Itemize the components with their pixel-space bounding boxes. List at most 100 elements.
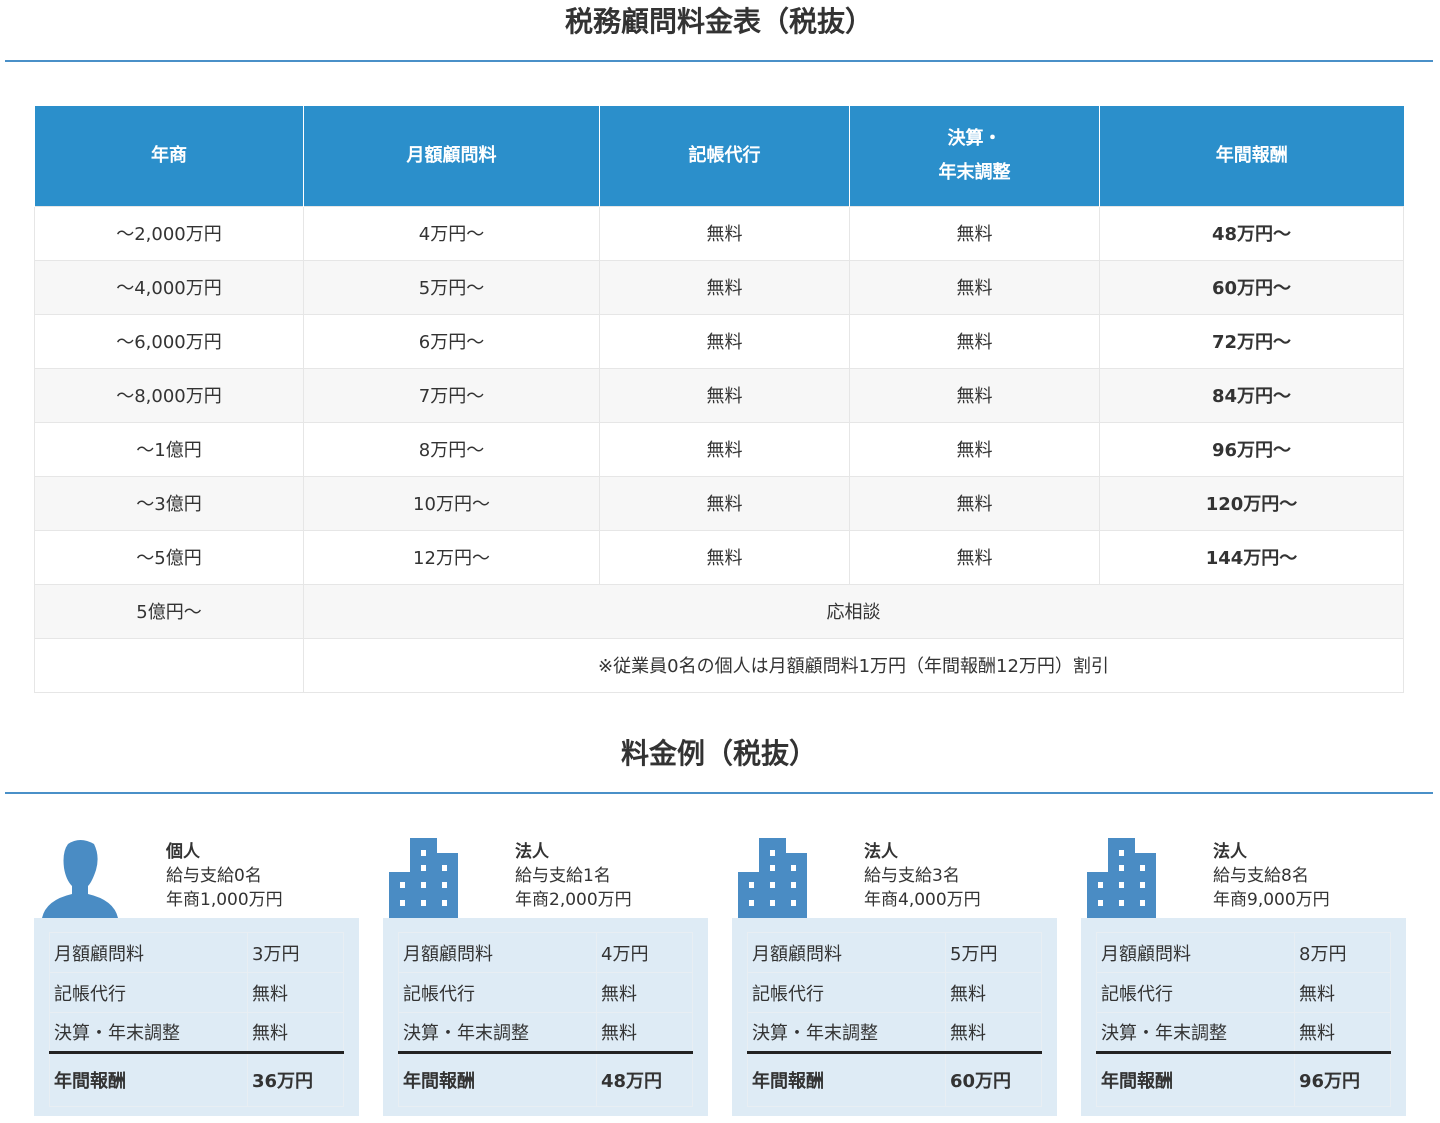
table-cell: ～8,000万円 <box>34 367 304 423</box>
label: 年間報酬 <box>1096 1051 1295 1107</box>
table-cell: 5億円～ <box>34 583 304 639</box>
label: 記帳代行 <box>49 972 248 1013</box>
row-annual: 年間報酬 36万円 <box>49 1051 344 1107</box>
header-settlement: 決算・ 年末調整 <box>849 106 1100 206</box>
example-info: 個人給与支給0名年商1,000万円 <box>166 840 283 912</box>
table-cell: 6万円～ <box>303 313 600 369</box>
row-bookkeeping: 記帳代行 無料 <box>398 972 693 1013</box>
value: 無料 <box>945 972 1042 1013</box>
header-settlement-line1: 決算・ <box>947 127 1002 149</box>
table-cell: 96万円～ <box>1099 421 1404 477</box>
example-staff: 給与支給3名 <box>864 866 960 886</box>
header-annual: 年間報酬 <box>1099 106 1404 206</box>
value: 無料 <box>247 972 344 1013</box>
table-cell: ～5億円 <box>34 529 304 585</box>
example-type: 個人 <box>166 842 200 862</box>
header-monthly: 月額顧問料 <box>303 106 600 206</box>
table-cell <box>34 637 304 693</box>
table-cell: 84万円～ <box>1099 367 1404 423</box>
label: 年間報酬 <box>747 1051 946 1107</box>
table-cell: 12万円～ <box>303 529 600 585</box>
table-row: ～8,000万円 7万円～ 無料 無料 84万円～ <box>34 367 1404 423</box>
table-cell: 無料 <box>599 205 850 261</box>
example-type: 法人 <box>515 842 549 862</box>
label: 月額顧問料 <box>1096 932 1295 973</box>
row-settlement: 決算・年末調整 無料 <box>49 1012 344 1053</box>
table-row: ～3億円 10万円～ 無料 無料 120万円～ <box>34 475 1404 531</box>
value: 無料 <box>247 1012 344 1053</box>
value: 60万円 <box>945 1051 1042 1107</box>
label: 決算・年末調整 <box>1096 1012 1295 1053</box>
table-cell: 48万円～ <box>1099 205 1404 261</box>
example-breakdown: 月額顧問料 3万円 記帳代行 無料 決算・年末調整 無料 年間報酬 36万円 <box>34 918 359 1116</box>
row-monthly: 月額顧問料 5万円 <box>747 932 1042 973</box>
table-cell: 60万円～ <box>1099 259 1404 315</box>
table-row: 5億円～ 応相談 <box>34 583 1404 639</box>
header-sales: 年商 <box>34 106 304 206</box>
example-card: 法人 給与支給3名 年商4,000万円 月額顧問料 5万円 記帳代行 無料 決算・年末調… <box>732 830 1057 1116</box>
row-monthly: 月額顧問料 4万円 <box>398 932 693 973</box>
table-row: ～2,000万円 4万円～ 無料 無料 48万円～ <box>34 205 1404 261</box>
building-icon <box>1087 838 1157 922</box>
table-cell: 無料 <box>599 529 850 585</box>
example-staff: 給与支給8名 <box>1213 866 1309 886</box>
value: 無料 <box>1294 972 1391 1013</box>
table-cell: 無料 <box>849 475 1100 531</box>
example-sales: 年商1,000万円 <box>166 890 283 910</box>
table-row: ～5億円 12万円～ 無料 無料 144万円～ <box>34 529 1404 585</box>
value: 無料 <box>1294 1012 1391 1053</box>
row-monthly: 月額顧問料 3万円 <box>49 932 344 973</box>
example-breakdown: 月額顧問料 4万円 記帳代行 無料 決算・年末調整 無料 年間報酬 48万円 <box>383 918 708 1116</box>
examples-title: 料金例（税抜） <box>5 732 1433 794</box>
value: 48万円 <box>596 1051 693 1107</box>
example-staff: 給与支給0名 <box>166 866 262 886</box>
row-annual: 年間報酬 96万円 <box>1096 1051 1391 1107</box>
fee-table: 年商 月額顧問料 記帳代行 決算・ 年末調整 年間報酬 ～2,000万円 4万円～無… <box>34 106 1404 693</box>
fee-table-title: 税務顧問料金表（税抜） <box>5 2 1433 62</box>
table-cell: ～2,000万円 <box>34 205 304 261</box>
note: ※従業員0名の個人は月額顧問料1万円（年間報酬12万円）割引 <box>303 637 1404 693</box>
table-cell: 144万円～ <box>1099 529 1404 585</box>
table-cell: 120万円～ <box>1099 475 1404 531</box>
value: 36万円 <box>247 1051 344 1107</box>
value: 無料 <box>945 1012 1042 1053</box>
table-cell: 無料 <box>599 313 850 369</box>
example-sales: 年商9,000万円 <box>1213 890 1330 910</box>
table-cell: ～6,000万円 <box>34 313 304 369</box>
header-settlement-line2: 年末調整 <box>938 161 1011 183</box>
label: 記帳代行 <box>747 972 946 1013</box>
example-sales: 年商4,000万円 <box>864 890 981 910</box>
table-cell: 8万円～ <box>303 421 600 477</box>
table-cell: 無料 <box>849 529 1100 585</box>
value: 無料 <box>596 972 693 1013</box>
label: 月額顧問料 <box>49 932 248 973</box>
value: 無料 <box>596 1012 693 1053</box>
table-cell: 無料 <box>599 367 850 423</box>
example-breakdown: 月額顧問料 8万円 記帳代行 無料 決算・年末調整 無料 年間報酬 96万円 <box>1081 918 1406 1116</box>
building-icon <box>738 838 808 922</box>
label: 記帳代行 <box>1096 972 1295 1013</box>
value: 96万円 <box>1294 1051 1391 1107</box>
example-info: 法人 給与支給3名 年商4,000万円 <box>864 840 981 912</box>
table-cell: 無料 <box>599 421 850 477</box>
row-monthly: 月額顧問料 8万円 <box>1096 932 1391 973</box>
table-cell: ～1億円 <box>34 421 304 477</box>
label: 記帳代行 <box>398 972 597 1013</box>
value: 5万円 <box>945 932 1042 973</box>
example-info: 法人給与支給1名年商2,000万円 <box>515 840 632 912</box>
table-cell: 応相談 <box>303 583 1404 639</box>
table-cell: 無料 <box>849 421 1100 477</box>
example-sales: 年商2,000万円 <box>515 890 632 910</box>
example-staff: 給与支給1名 <box>515 866 611 886</box>
label: 決算・年末調整 <box>49 1012 248 1053</box>
table-cell: 10万円～ <box>303 475 600 531</box>
label: 月額顧問料 <box>398 932 597 973</box>
example-card: 個人給与支給0名年商1,000万円 月額顧問料 3万円 記帳代行 無料 決算・年末調… <box>34 830 359 1116</box>
table-cell: ～4,000万円 <box>34 259 304 315</box>
table-cell: 無料 <box>849 367 1100 423</box>
table-row: ～6,000万円 6万円～ 無料 無料 72万円～ <box>34 313 1404 369</box>
table-cell: ～3億円 <box>34 475 304 531</box>
table-row: ～4,000万円 5万円～ 無料 無料 60万円～ <box>34 259 1404 315</box>
label: 月額顧問料 <box>747 932 946 973</box>
table-cell: 無料 <box>849 313 1100 369</box>
